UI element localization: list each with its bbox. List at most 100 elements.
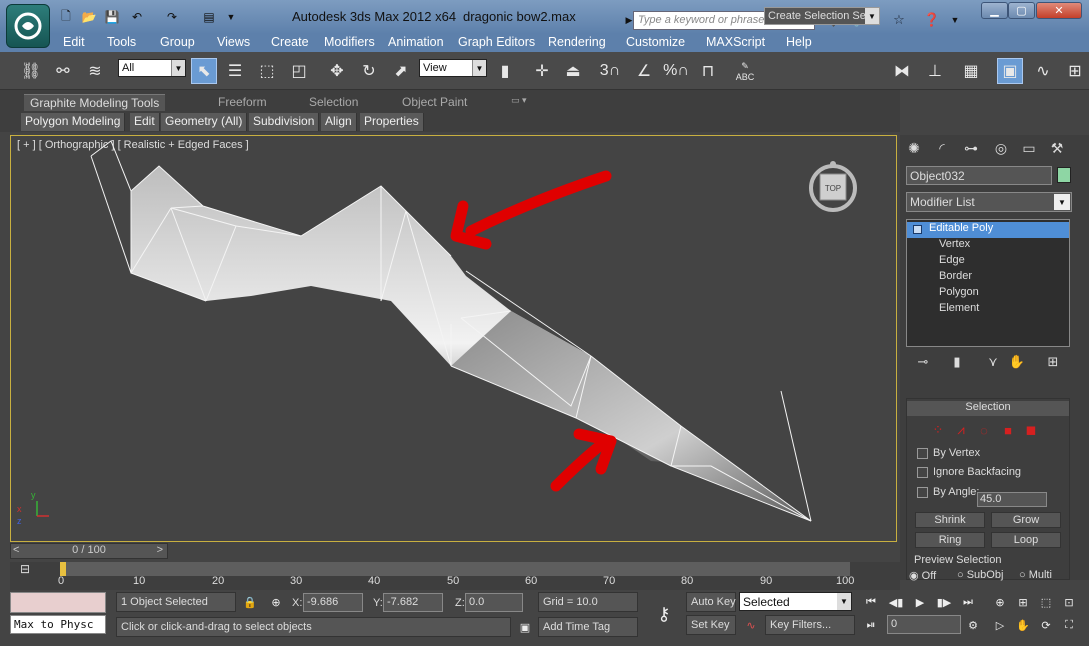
key-mode-dropdown[interactable]: Selected ▼ bbox=[739, 592, 852, 611]
object-name-field[interactable]: Object032 bbox=[906, 166, 1052, 185]
preview-subobj-radio[interactable]: ○ SubObj bbox=[957, 569, 1003, 581]
vertex-mode-icon[interactable]: ⁘ bbox=[929, 421, 947, 439]
polygon-mode-icon[interactable]: ■ bbox=[999, 421, 1017, 439]
favorites-star-icon[interactable]: ☆ bbox=[889, 11, 909, 29]
current-frame-field[interactable]: 0 bbox=[887, 615, 961, 634]
selection-lock-icon[interactable]: 🔒 bbox=[240, 592, 260, 612]
motion-tab-icon[interactable]: ◎ bbox=[988, 136, 1014, 160]
time-slider[interactable]: < 0 / 100 > bbox=[10, 543, 168, 559]
angle-snap-icon[interactable]: ∠ bbox=[631, 58, 657, 84]
menu-tools[interactable]: Tools bbox=[107, 35, 136, 49]
menu-group[interactable]: Group bbox=[160, 35, 195, 49]
redo-icon[interactable]: ↷ bbox=[163, 9, 181, 25]
element-mode-icon[interactable]: ◼ bbox=[1022, 421, 1040, 439]
project-folder-icon[interactable]: ▤ bbox=[200, 9, 218, 25]
time-slider-next[interactable]: > bbox=[157, 544, 163, 556]
named-selection-sets-dropdown[interactable]: Create Selection Se ▼ bbox=[764, 7, 880, 25]
maxscript-input[interactable]: Max to Physc bbox=[10, 615, 106, 634]
zoom-all-icon[interactable]: ⊞ bbox=[1013, 592, 1033, 612]
play-icon[interactable]: ▶ bbox=[910, 592, 930, 612]
tab-selection[interactable]: Selection bbox=[303, 94, 364, 111]
open-file-icon[interactable]: 📂 bbox=[80, 9, 98, 25]
stack-item-editable-poly[interactable]: Editable Poly bbox=[907, 222, 1069, 238]
align-button[interactable]: Align bbox=[321, 113, 357, 131]
create-tab-icon[interactable]: ✺ bbox=[901, 136, 927, 160]
app-menu-button[interactable] bbox=[6, 4, 50, 48]
modifier-list-dropdown[interactable]: Modifier List ▼ bbox=[906, 192, 1072, 212]
move-icon[interactable]: ✥ bbox=[324, 58, 350, 84]
maxscript-listener-mini[interactable] bbox=[10, 592, 106, 613]
configure-modifier-sets-icon[interactable]: ⊞ bbox=[1042, 352, 1064, 372]
perspective-viewport[interactable]: [ + ] [ Orthographic ] [ Realistic + Edg… bbox=[10, 135, 897, 542]
edit-button[interactable]: Edit bbox=[130, 113, 160, 131]
menu-graph-editors[interactable]: Graph Editors bbox=[458, 35, 535, 49]
preview-off-radio[interactable]: ◉ Off bbox=[909, 569, 936, 582]
modify-tab-icon[interactable]: ◜ bbox=[929, 136, 955, 160]
viewcube-icon[interactable]: TOP bbox=[808, 150, 858, 215]
add-time-tag-button[interactable]: Add Time Tag bbox=[538, 617, 638, 637]
go-to-end-icon[interactable]: ⏭ bbox=[958, 592, 978, 612]
transform-type-in-icon[interactable]: ⊕ bbox=[266, 592, 286, 612]
z-coordinate-field[interactable]: 0.0 bbox=[465, 593, 523, 612]
close-button[interactable]: ✕ bbox=[1036, 2, 1082, 19]
track-bar[interactable]: ⊟ 0 10 20 30 40 50 60 70 80 90 100 bbox=[10, 562, 900, 590]
by-vertex-checkbox[interactable] bbox=[917, 448, 928, 459]
minimize-button[interactable]: ▁ bbox=[981, 2, 1008, 19]
ring-button[interactable]: Ring bbox=[915, 532, 985, 548]
edit-named-selection-icon[interactable]: ✎ ABC bbox=[732, 58, 758, 84]
menu-animation[interactable]: Animation bbox=[388, 35, 444, 49]
geometry-all-button[interactable]: Geometry (All) bbox=[161, 113, 248, 131]
manipulate-icon[interactable]: ✛ bbox=[529, 58, 555, 84]
by-angle-checkbox[interactable] bbox=[917, 487, 928, 498]
selection-filter-dropdown[interactable]: All ▼ bbox=[118, 59, 186, 77]
schematic-view-icon[interactable]: ⊞ bbox=[1062, 58, 1088, 84]
rectangle-region-icon[interactable]: ⬚ bbox=[254, 58, 280, 84]
menu-views[interactable]: Views bbox=[217, 35, 250, 49]
y-coordinate-field[interactable]: -7.682 bbox=[383, 593, 443, 612]
time-configuration-icon[interactable]: ⚙ bbox=[963, 615, 983, 635]
pin-stack-icon[interactable]: ⊸ bbox=[912, 352, 934, 372]
menu-help[interactable]: Help bbox=[786, 35, 812, 49]
time-slider-prev[interactable]: < bbox=[13, 544, 19, 556]
menu-modifiers[interactable]: Modifiers bbox=[324, 35, 375, 49]
collapse-toggle-icon[interactable] bbox=[913, 225, 922, 234]
menu-create[interactable]: Create bbox=[271, 35, 309, 49]
snaps-toggle-icon[interactable]: 3 ∩ bbox=[597, 58, 623, 84]
stack-item-edge[interactable]: Edge bbox=[907, 254, 1069, 270]
open-mini-curve-editor-icon[interactable]: ⊟ bbox=[20, 562, 50, 582]
display-tab-icon[interactable]: ▭ bbox=[1016, 136, 1042, 160]
pan-view-icon[interactable]: ✋ bbox=[1013, 615, 1033, 635]
set-key-button[interactable]: Set Key bbox=[686, 615, 736, 635]
zoom-icon[interactable]: ⊕ bbox=[990, 592, 1010, 612]
scale-icon[interactable]: ⬈ bbox=[388, 58, 414, 84]
orbit-icon[interactable]: ⟳ bbox=[1036, 615, 1056, 635]
modifier-stack[interactable]: Editable Poly Vertex Edge Border Polygon… bbox=[906, 219, 1070, 347]
border-mode-icon[interactable]: ◌ bbox=[975, 421, 993, 439]
reference-coordinate-dropdown[interactable]: View ▼ bbox=[419, 59, 487, 77]
help-icon[interactable]: ❓ bbox=[922, 11, 942, 29]
show-end-result-icon[interactable]: ▮ bbox=[946, 352, 968, 372]
properties-button[interactable]: Properties bbox=[360, 113, 424, 131]
grow-button[interactable]: Grow bbox=[991, 512, 1061, 528]
align-icon[interactable]: ⊥ bbox=[922, 58, 948, 84]
remove-modifier-icon[interactable]: ✋ bbox=[1006, 352, 1028, 372]
polygon-modeling-button[interactable]: Polygon Modeling bbox=[21, 113, 126, 131]
quick-access-dropdown-icon[interactable]: ▼ bbox=[222, 9, 240, 25]
edge-mode-icon[interactable]: ⩘ bbox=[952, 421, 970, 439]
pivot-center-icon[interactable]: ▮ bbox=[492, 58, 518, 84]
select-by-name-icon[interactable]: ☰ bbox=[222, 58, 248, 84]
ribbon-options-icon[interactable]: ▭ ▾ bbox=[505, 94, 533, 111]
subdivision-button[interactable]: Subdivision bbox=[249, 113, 320, 131]
graphite-toggle-icon[interactable]: ▣ bbox=[997, 58, 1023, 84]
select-object-icon[interactable]: ⬉ bbox=[191, 58, 217, 84]
angle-spinner[interactable]: 45.0 bbox=[977, 492, 1047, 507]
previous-frame-icon[interactable]: ◀▮ bbox=[886, 592, 906, 612]
menu-maxscript[interactable]: MAXScript bbox=[706, 35, 765, 49]
menu-edit[interactable]: Edit bbox=[63, 35, 85, 49]
menu-customize[interactable]: Customize bbox=[626, 35, 685, 49]
link-icon[interactable]: ⛓ bbox=[18, 58, 44, 84]
default-tangent-icon[interactable]: ∿ bbox=[741, 615, 761, 635]
key-filters-button[interactable]: Key Filters... bbox=[765, 615, 855, 635]
utilities-tab-icon[interactable]: ⚒ bbox=[1044, 136, 1070, 160]
loop-button[interactable]: Loop bbox=[991, 532, 1061, 548]
